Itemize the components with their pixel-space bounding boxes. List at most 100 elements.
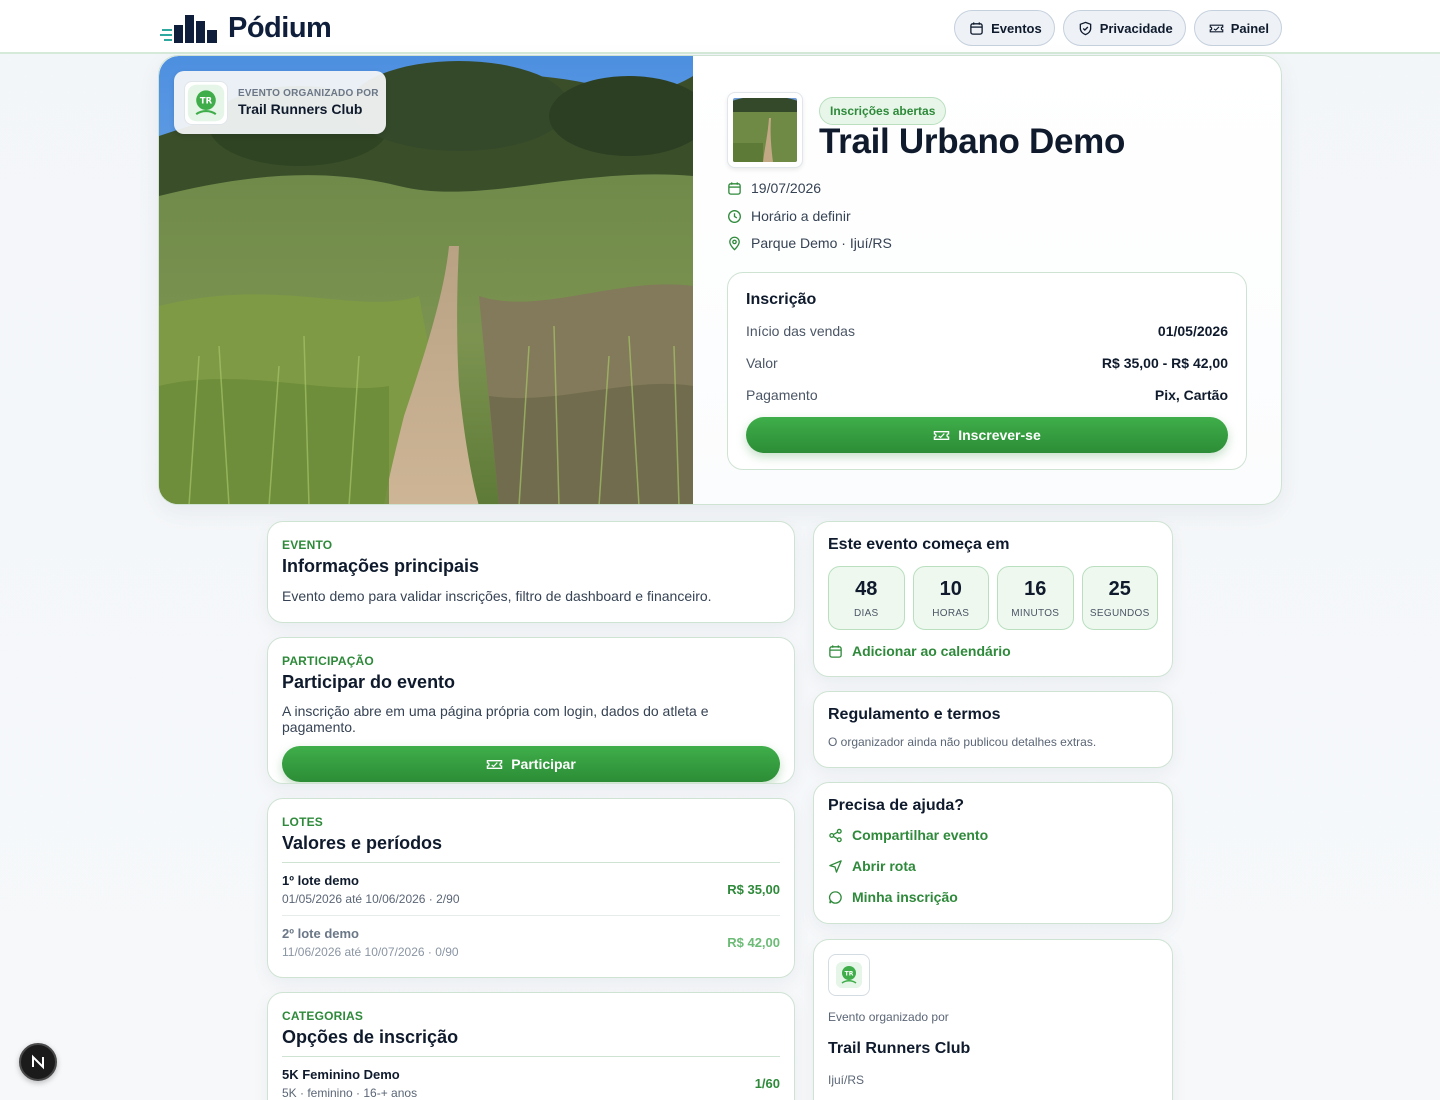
countdown-unit: DIAS [853,607,879,619]
brand-name: Pódium [228,11,332,44]
podium-bars-icon [160,15,217,43]
payment-value: Pix, Cartão [1154,387,1228,403]
registration-status-badge: Inscrições abertas [819,97,947,125]
nav-panel-button[interactable]: Painel [1193,10,1282,46]
organizer-card-city: Ijuí/RS [828,1073,865,1087]
share-icon [829,828,842,842]
brand-logo[interactable]: Pódium [160,11,332,44]
trail-runners-logo-icon: TR [836,962,862,988]
rules-text: O organizador ainda não publicou detalhe… [828,735,1097,749]
top-navbar: Pódium Eventos Privacidade Painel [0,0,1440,54]
info-text: Evento demo para validar inscrições, fil… [282,588,712,604]
svg-text:TR: TR [200,95,213,105]
event-time: Horário a definir [727,208,851,224]
organizer-card: TR Evento organizado por Trail Runners C… [813,939,1173,1100]
lots-card: LOTES Valores e períodos 1º lote demo 01… [267,798,795,978]
nav-privacy-button[interactable]: Privacidade [1062,10,1186,46]
ticket-icon [486,759,503,769]
lot-detail: 01/05/2026 até 10/06/2026 · 2/90 [282,891,460,906]
registration-title: Inscrição [746,291,817,308]
organizer-logo: TR [184,80,228,125]
lot-price: R$ 35,00 [727,881,780,897]
event-cover-image: TR EVENTO ORGANIZADO POR Trail Runners C… [159,56,693,504]
category-detail: 5K · feminino · 16-+ anos [282,1085,418,1100]
navigation-arrow-icon [829,859,842,873]
share-event-link[interactable]: Compartilhar evento [828,827,1158,843]
categories-card: CATEGORIAS Opções de inscrição 5K Femini… [267,992,795,1100]
register-button[interactable]: Inscrever-se [746,417,1228,453]
ticket-icon [933,430,950,440]
countdown-grid: 48 DIAS 10 HORAS 16 MINUTOS 25 SEGUNDOS [828,566,1158,630]
payment-row: Pagamento Pix, Cartão [746,385,1228,405]
main-nav: Eventos Privacidade Painel [954,10,1282,46]
info-card: EVENTO Informações principais Evento dem… [267,521,795,623]
participate-button[interactable]: Participar [282,746,780,782]
ticket-icon [1209,24,1224,32]
event-title: Trail Urbano Demo [819,122,1126,161]
registration-summary-box: Inscrição Início das vendas 01/05/2026 V… [727,272,1247,470]
lot-name: 2º lote demo [282,926,359,941]
countdown-seconds: 25 SEGUNDOS [1081,566,1158,630]
countdown-value: 48 [855,577,878,600]
event-hero: TR EVENTO ORGANIZADO POR Trail Runners C… [158,55,1282,505]
countdown-unit: SEGUNDOS [1089,607,1150,619]
share-event-label: Compartilhar evento [852,827,989,843]
lot-row: 2º lote demo 11/06/2026 até 10/07/2026 ·… [282,916,780,969]
rules-title: Regulamento e termos [828,706,1001,723]
event-date-text: 19/07/2026 [751,180,822,196]
help-title: Precisa de ajuda? [828,797,965,814]
open-route-link[interactable]: Abrir rota [828,858,1158,874]
organizer-card-kicker: Evento organizado por [828,1010,949,1024]
nav-events-label: Eventos [991,20,1042,36]
event-time-text: Horário a definir [751,208,851,224]
shield-check-icon [1079,21,1092,35]
nav-panel-label: Painel [1230,20,1269,36]
event-summary: Inscrições abertas Trail Urbano Demo 19/… [727,56,1247,504]
category-name: 5K Feminino Demo [282,1066,400,1082]
category-count: 1/60 [754,1075,780,1091]
lot-price: R$ 42,00 [727,935,780,950]
payment-label: Pagamento [746,387,818,403]
calendar-icon [970,21,983,35]
sales-start-row: Início das vendas 01/05/2026 [746,321,1228,341]
sales-start-label: Início das vendas [746,323,855,339]
chat-bubble-icon [828,890,842,904]
organizer-card-logo: TR [828,954,870,996]
category-row[interactable]: 5K Feminino Demo 5K · feminino · 16-+ an… [282,1057,780,1100]
categories-title: Opções de inscrição [282,1027,459,1047]
n-logo-icon [32,1054,44,1070]
countdown-unit: HORAS [932,607,970,619]
organizer-name: Trail Runners Club [238,101,363,117]
participation-kicker: PARTICIPAÇÃO [282,654,374,668]
organizer-badge[interactable]: TR EVENTO ORGANIZADO POR Trail Runners C… [174,71,386,134]
event-location: Parque Demo · Ijuí/RS [727,235,892,251]
price-value: R$ 35,00 - R$ 42,00 [1101,355,1228,371]
dev-tools-button[interactable] [19,1043,57,1081]
participation-card: PARTICIPAÇÃO Participar do evento A insc… [267,637,795,784]
register-button-label: Inscrever-se [958,427,1041,443]
add-to-calendar-label: Adicionar ao calendário [852,643,1011,659]
countdown-card: Este evento começa em 48 DIAS 10 HORAS 1… [813,521,1173,677]
my-registration-link[interactable]: Minha inscrição [828,889,1158,905]
add-to-calendar-link[interactable]: Adicionar ao calendário [828,643,1158,659]
nav-privacy-label: Privacidade [1099,20,1173,36]
event-location-text: Parque Demo · Ijuí/RS [751,235,892,251]
countdown-value: 10 [939,577,962,600]
lot-detail: 11/06/2026 até 10/07/2026 · 0/90 [282,945,459,959]
info-title: Informações principais [282,556,480,576]
countdown-value: 25 [1108,577,1131,600]
lot-row: 1º lote demo 01/05/2026 até 10/06/2026 ·… [282,863,780,916]
event-thumbnail [727,92,803,168]
organizer-card-name[interactable]: Trail Runners Club [828,1040,1158,1058]
open-route-label: Abrir rota [852,858,916,874]
lots-title: Valores e períodos [282,833,443,853]
participation-text: A inscrição abre em uma página própria c… [282,703,709,735]
countdown-days: 48 DIAS [828,566,905,630]
price-label: Valor [746,355,778,371]
rules-card: Regulamento e termos O organizador ainda… [813,691,1173,768]
nav-events-button[interactable]: Eventos [954,10,1055,46]
sales-start-value: 01/05/2026 [1157,323,1228,339]
event-date: 19/07/2026 [727,180,821,196]
participate-button-label: Participar [511,756,576,772]
info-kicker: EVENTO [282,538,333,552]
